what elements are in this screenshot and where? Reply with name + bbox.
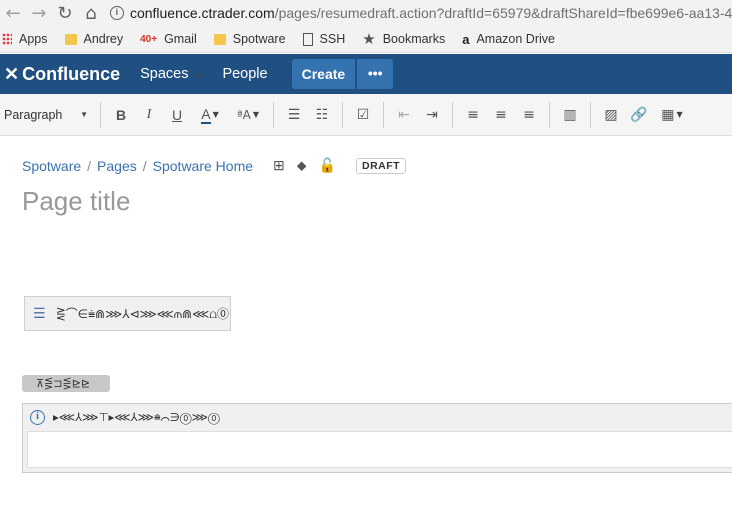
site-info-icon[interactable]: i xyxy=(109,6,124,20)
toolbar-divider xyxy=(383,101,384,128)
align-center-icon[interactable]: ≡ xyxy=(487,101,515,129)
toolbar-divider xyxy=(549,101,550,128)
bookmarks-bar: Apps Andrey 40+ Gmail Spotware SSH ★ Bookm… xyxy=(0,26,732,53)
confluence-header: ✕ Confluence Spaces ▼ People Create ••• xyxy=(0,54,732,94)
toolbar-divider xyxy=(273,101,274,128)
url-host: confluence.ctrader.com xyxy=(129,5,275,21)
insert-link-icon[interactable]: 🔗 xyxy=(625,101,653,129)
info-icon: i xyxy=(30,410,45,425)
toolbar-divider xyxy=(342,101,343,128)
draft-badge: DRAFT xyxy=(356,157,407,174)
insert-table-icon[interactable]: ▦ ▼ xyxy=(653,101,691,129)
toc-macro[interactable]: ☰ ⋛⌒∈⩧⋒⋙⅄⊲⋙⋘⫙⋒⋘⩍⓪ xyxy=(24,296,231,331)
chevron-down-icon: ▼ xyxy=(252,110,260,119)
amazon-icon: a xyxy=(462,31,470,47)
breadcrumb: Spotware / Pages / Spotware Home ⊞ ⬥ 🔓 D… xyxy=(22,157,407,174)
bookmark-bookmarks[interactable]: ★ Bookmarks xyxy=(362,30,445,48)
create-button[interactable]: Create xyxy=(291,59,356,89)
url-path: /pages/resumedraft.action?draftId=65979&… xyxy=(274,5,732,21)
folder-icon xyxy=(64,33,77,45)
browser-address-bar: ← → ↻ ⌂ i confluence.ctrader.com/pages/r… xyxy=(0,0,732,26)
chevron-down-icon: ▼ xyxy=(80,110,88,119)
label-tag-icon[interactable]: ⬥ xyxy=(297,157,307,174)
info-macro-label: ▸⋘⅄⋙⊤▸⋘⅄⋙⩧⌒∋⓪⋙⓪ xyxy=(53,410,220,424)
page-layout-icon[interactable]: ▥ xyxy=(556,101,584,129)
breadcrumb-spotware[interactable]: Spotware xyxy=(22,158,81,174)
more-create-button[interactable]: ••• xyxy=(357,59,394,89)
toolbar-divider xyxy=(100,101,101,128)
chevron-down-icon: ▼ xyxy=(676,110,683,119)
reload-icon[interactable]: ↻ xyxy=(52,3,78,24)
indent-icon[interactable]: ⇥ xyxy=(418,101,446,129)
folder-icon xyxy=(213,33,226,45)
bookmark-gmail[interactable]: 40+ Gmail xyxy=(140,32,197,46)
bookmark-spotware[interactable]: Spotware xyxy=(213,32,286,46)
breadcrumb-pages[interactable]: Pages xyxy=(97,158,137,174)
toolbar-divider xyxy=(452,101,453,128)
page-title-input[interactable]: Page title xyxy=(22,186,130,217)
underline-button[interactable]: U xyxy=(163,101,191,129)
chevron-down-icon: ▼ xyxy=(212,110,219,119)
home-icon[interactable]: ⌂ xyxy=(78,3,104,24)
unlock-icon[interactable]: 🔓 xyxy=(319,157,336,174)
toc-icon: ☰ xyxy=(33,305,46,322)
bookmark-andrey[interactable]: Andrey xyxy=(64,32,123,46)
outdent-icon[interactable]: ⇤ xyxy=(390,101,418,129)
gmail-icon: 40+ xyxy=(140,33,158,45)
toolbar-divider xyxy=(590,101,591,128)
forward-icon[interactable]: → xyxy=(26,3,52,24)
chevron-down-icon: ▼ xyxy=(194,71,203,80)
bookmark-apps[interactable]: Apps xyxy=(0,32,48,46)
people-link[interactable]: People xyxy=(222,66,267,82)
toc-macro-label: ⋛⌒∈⩧⋒⋙⅄⊲⋙⋘⫙⋒⋘⩍⓪ xyxy=(55,307,229,321)
bookmark-amazon-drive[interactable]: a Amazon Drive xyxy=(462,32,555,47)
text-color-button[interactable]: A ▼ xyxy=(191,101,229,129)
back-icon[interactable]: ← xyxy=(0,3,26,24)
apps-icon xyxy=(2,33,12,45)
numbered-list-icon[interactable]: ☷ xyxy=(308,101,336,129)
align-right-icon[interactable]: ≡ xyxy=(515,101,543,129)
url-field[interactable]: i confluence.ctrader.com/pages/resumedra… xyxy=(109,5,732,21)
document-icon xyxy=(302,32,313,46)
editor-toolbar: Paragraph ▼ B I U A ▼ ªA ▼ ☰ ☷ ☑ ⇤ ⇥ ≡ ≡ ≡ … xyxy=(0,94,732,136)
spaces-menu[interactable]: Spaces ▼ xyxy=(140,66,202,82)
insert-image-icon[interactable]: ▨ xyxy=(597,101,625,129)
bullet-list-icon[interactable]: ☰ xyxy=(280,101,308,129)
info-macro-body[interactable] xyxy=(27,431,732,468)
bookmark-ssh[interactable]: SSH xyxy=(302,32,345,46)
page-tree-icon[interactable]: ⊞ xyxy=(273,157,285,174)
italic-button[interactable]: I xyxy=(135,101,163,129)
bold-button[interactable]: B xyxy=(107,101,135,129)
align-left-icon[interactable]: ≡ xyxy=(459,101,487,129)
info-macro[interactable]: i ▸⋘⅄⋙⊤▸⋘⅄⋙⩧⌒∋⓪⋙⓪ xyxy=(22,403,732,473)
confluence-logo[interactable]: ✕ Confluence xyxy=(4,64,120,85)
paragraph-format-select[interactable]: Paragraph ▼ xyxy=(0,108,94,122)
info-macro-header: i ▸⋘⅄⋙⊤▸⋘⅄⋙⩧⌒∋⓪⋙⓪ xyxy=(23,404,732,431)
star-icon: ★ xyxy=(362,31,376,48)
status-macro[interactable]: ⊼⋚⊐⋚⊵⊵ xyxy=(22,375,110,392)
task-list-icon[interactable]: ☑ xyxy=(349,101,377,129)
confluence-logo-icon: ✕ xyxy=(4,63,20,84)
more-formatting-button[interactable]: ªA ▼ xyxy=(229,101,267,129)
breadcrumb-spotware-home[interactable]: Spotware Home xyxy=(153,158,253,174)
